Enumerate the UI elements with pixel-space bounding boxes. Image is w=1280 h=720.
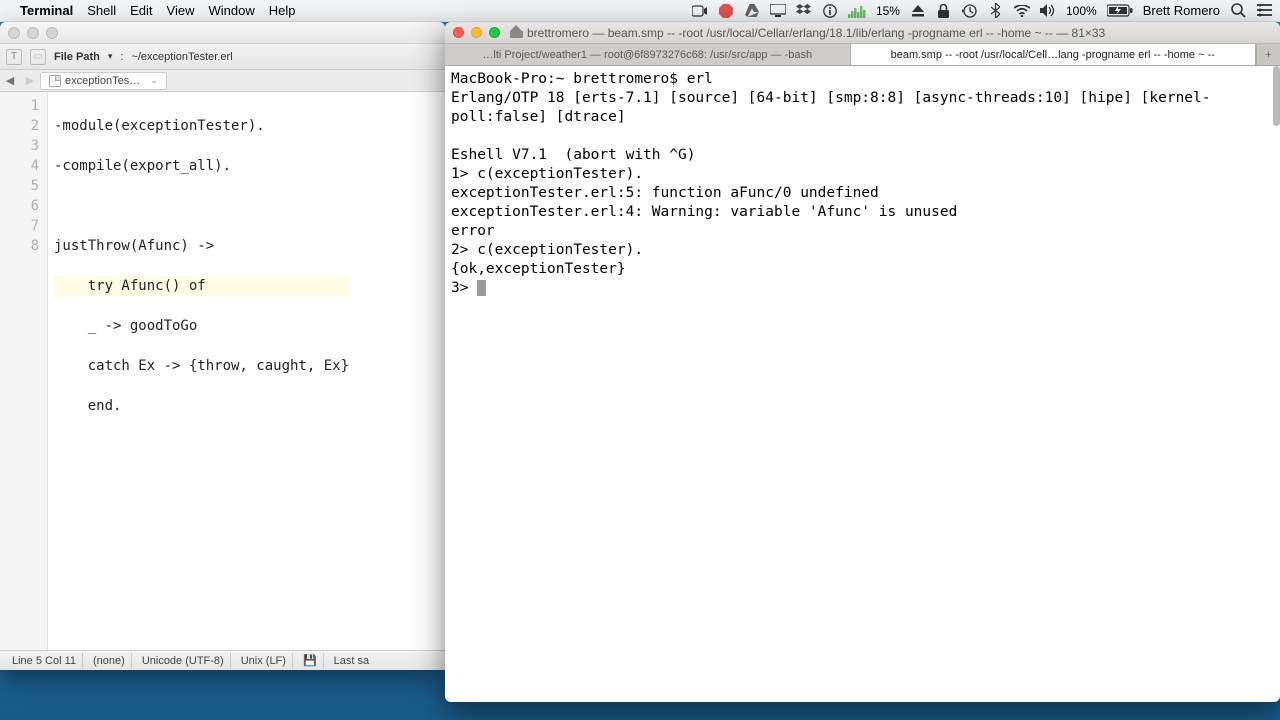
code-line [54, 196, 349, 216]
terminal-tab-0[interactable]: …lti Project/weather1 — root@6f8973276c6… [445, 44, 851, 65]
menu-view[interactable]: View [167, 3, 195, 18]
menu-shell[interactable]: Shell [87, 3, 116, 18]
battery-percent: 100% [1066, 4, 1097, 18]
terminal-scrollbar[interactable] [1273, 66, 1280, 126]
term-line: 2> c(exceptionTester). [451, 242, 643, 258]
term-line: {ok,exceptionTester} [451, 261, 626, 277]
terminal-minimize-button[interactable] [471, 27, 482, 38]
terminal-tab-1[interactable]: beam.smp -- -root /usr/local/Cell…lang -… [851, 44, 1257, 65]
tabbar-forward-icon[interactable]: ▶ [20, 74, 40, 87]
terminal-close-button[interactable] [453, 27, 464, 38]
editor-close-button[interactable] [8, 27, 20, 39]
term-line: exceptionTester.erl:5: function aFunc/0 … [451, 185, 879, 201]
filepath-dropdown-icon[interactable]: ▾ [108, 51, 113, 62]
spotlight-icon[interactable] [1230, 3, 1246, 19]
editor-minimize-button[interactable] [27, 27, 39, 39]
editor-toolbar: T ▭ File Path ▾ : ~/exceptionTester.erl [0, 44, 445, 70]
code-line: _ -> goodToGo [54, 316, 349, 336]
term-line: MacBook-Pro:~ brettromero$ erl [451, 71, 713, 87]
editor-gutter: 1 2 3 4 5 6 7 8 [0, 92, 48, 650]
term-line: error [451, 223, 495, 239]
home-icon [510, 27, 523, 38]
new-doc-icon[interactable]: ▭ [30, 49, 46, 65]
menu-window[interactable]: Window [209, 3, 255, 18]
status-position[interactable]: Line 5 Col 11 [6, 653, 83, 669]
filepath-sep: : [120, 51, 123, 63]
terminal-new-tab-button[interactable]: + [1256, 44, 1280, 65]
info-icon[interactable] [822, 3, 838, 19]
filepath-value: ~/exceptionTester.erl [131, 51, 232, 63]
editor-tab-label: exceptionTes… [65, 75, 140, 87]
term-line: Erlang/OTP 18 [erts-7.1] [source] [64-bi… [451, 90, 1211, 125]
editor-tabbar: ◀ ▶ exceptionTes… ⌄ [0, 70, 445, 92]
gutter-line: 5 [0, 176, 39, 196]
status-encoding[interactable]: Unicode (UTF-8) [136, 653, 231, 669]
filepath-label: File Path [54, 51, 100, 63]
gutter-line: 7 [0, 216, 39, 236]
editor-code[interactable]: -module(exceptionTester). -compile(expor… [48, 92, 355, 650]
gutter-line: 8 [0, 236, 39, 256]
activity-icon[interactable] [848, 3, 866, 19]
wifi-icon[interactable] [1014, 3, 1030, 19]
document-icon [49, 75, 61, 87]
status-save-icon[interactable]: 💾 [297, 653, 324, 669]
editor-tab[interactable]: exceptionTes… ⌄ [40, 72, 167, 90]
terminal-zoom-button[interactable] [489, 27, 500, 38]
macos-menubar: Terminal Shell Edit View Window Help 15%… [0, 0, 1280, 22]
username[interactable]: Brett Romero [1143, 3, 1220, 18]
notification-center-icon[interactable] [1256, 3, 1272, 19]
bluetooth-icon[interactable] [988, 3, 1004, 19]
status-saved: Last sa [328, 653, 375, 669]
terminal-window: brettromero — beam.smp -- -root /usr/loc… [445, 22, 1280, 702]
stop-icon[interactable] [718, 3, 734, 19]
gutter-line: 6 [0, 196, 39, 216]
dropbox-icon[interactable] [796, 3, 812, 19]
terminal-title: brettromero — beam.smp -- -root /usr/loc… [527, 26, 1105, 40]
editor-zoom-button[interactable] [46, 27, 58, 39]
terminal-body[interactable]: MacBook-Pro:~ brettromero$ erl Erlang/OT… [445, 66, 1280, 702]
terminal-cursor [477, 280, 486, 296]
gdrive-icon[interactable] [744, 3, 760, 19]
term-line: 1> c(exceptionTester). [451, 166, 643, 182]
terminal-tab-label: beam.smp -- -root /usr/local/Cell…lang -… [891, 49, 1215, 61]
term-line: 3> [451, 280, 477, 296]
eject-icon[interactable] [910, 3, 926, 19]
code-line: -module(exceptionTester). [54, 116, 349, 136]
status-lineending[interactable]: Unix (LF) [235, 653, 293, 669]
text-tool-icon[interactable]: T [6, 49, 22, 65]
cpu-percent: 15% [876, 4, 900, 18]
lock-icon[interactable] [936, 3, 952, 19]
gutter-line: 2 [0, 116, 39, 136]
editor-statusbar: Line 5 Col 11 (none) Unicode (UTF-8) Uni… [0, 650, 445, 670]
display-icon[interactable] [770, 3, 786, 19]
tab-close-caret-icon[interactable]: ⌄ [150, 75, 158, 86]
term-line: exceptionTester.erl:4: Warning: variable… [451, 204, 957, 220]
terminal-titlebar[interactable]: brettromero — beam.smp -- -root /usr/loc… [445, 22, 1280, 44]
gutter-line: 4 [0, 156, 39, 176]
tabbar-back-icon[interactable]: ◀ [0, 74, 20, 87]
term-line: Eshell V7.1 (abort with ^G) [451, 147, 695, 163]
gutter-line: 1 [0, 96, 39, 116]
code-line: end. [54, 396, 349, 416]
terminal-tab-label: …lti Project/weather1 — root@6f8973276c6… [482, 49, 812, 61]
app-name[interactable]: Terminal [20, 3, 73, 18]
menu-edit[interactable]: Edit [130, 3, 152, 18]
code-line: try Afunc() of [54, 276, 349, 296]
code-line: catch Ex -> {throw, caught, Ex} [54, 356, 349, 376]
gutter-line: 3 [0, 136, 39, 156]
status-language[interactable]: (none) [87, 653, 132, 669]
editor-window: T ▭ File Path ▾ : ~/exceptionTester.erl ◀… [0, 22, 445, 670]
code-line: -compile(export_all). [54, 156, 349, 176]
timemachine-icon[interactable] [962, 3, 978, 19]
terminal-tabs: …lti Project/weather1 — root@6f8973276c6… [445, 44, 1280, 66]
code-line: justThrow(Afunc) -> [54, 236, 349, 256]
facetime-icon[interactable] [692, 3, 708, 19]
volume-icon[interactable] [1040, 3, 1056, 19]
editor-body: 1 2 3 4 5 6 7 8 -module(exceptionTester)… [0, 92, 445, 650]
editor-titlebar[interactable] [0, 22, 445, 44]
battery-icon[interactable] [1107, 3, 1133, 19]
menu-help[interactable]: Help [269, 3, 296, 18]
